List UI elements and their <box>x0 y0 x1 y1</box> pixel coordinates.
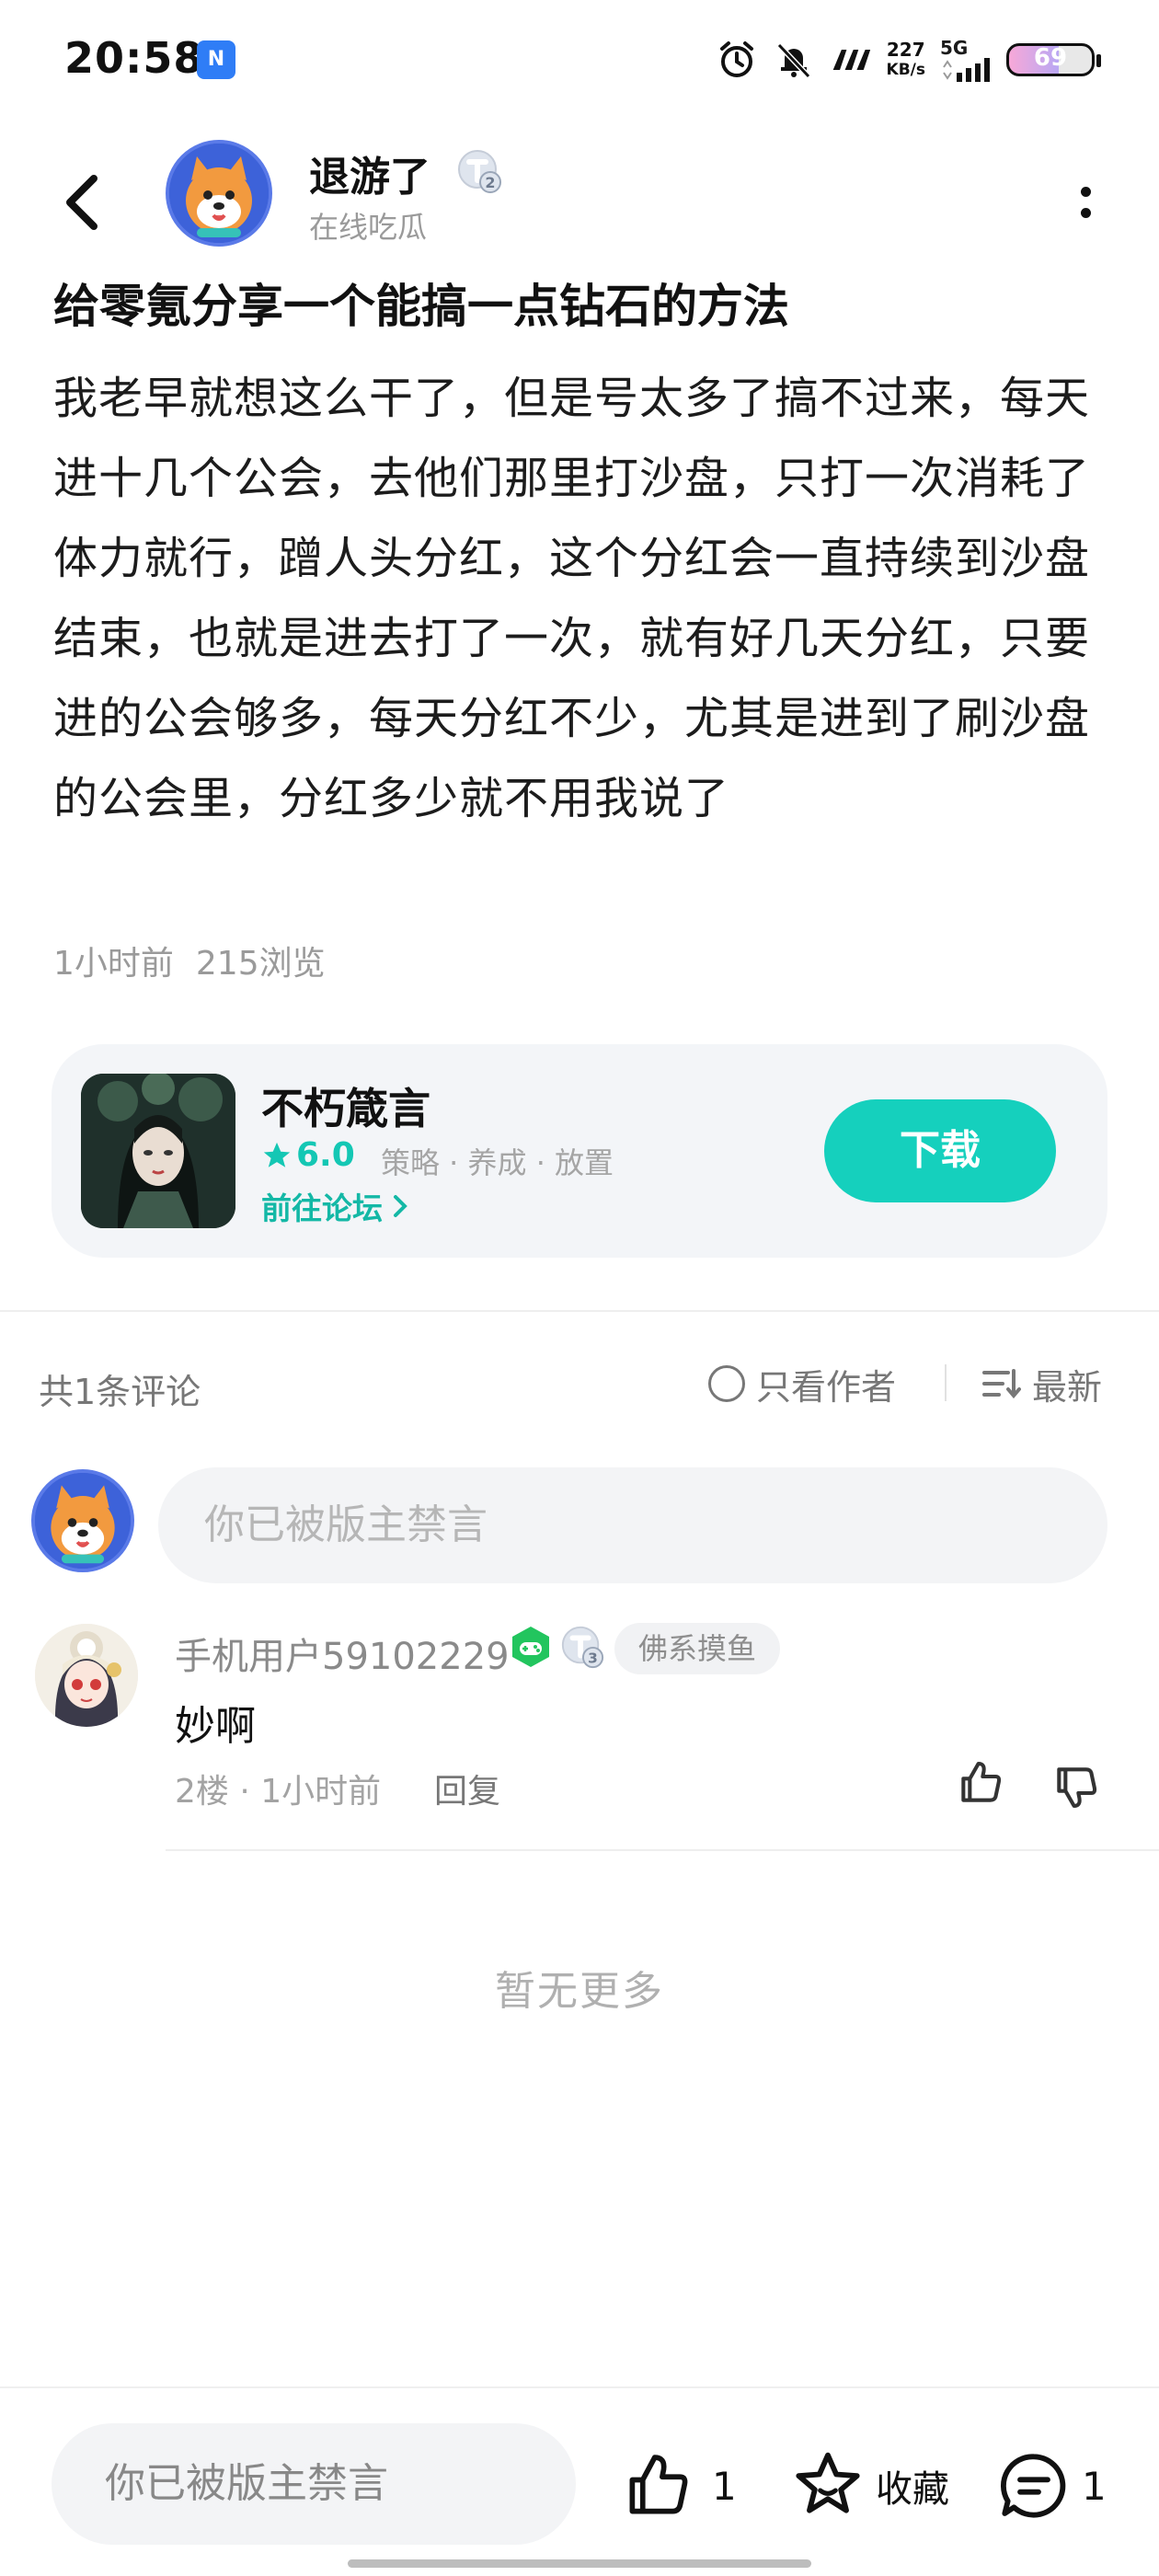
section-divider <box>0 1310 1159 1312</box>
level-badge-icon: 2 <box>455 147 503 195</box>
bottom-comment-input[interactable]: 你已被版主禁言 <box>52 2423 576 2545</box>
post-body: 我老早就想这么干了，但是号太多了搞不过来，每天进十几个公会，去他们那里打沙盘，只… <box>53 373 1091 824</box>
commenter-name[interactable]: 手机用户59102229 <box>175 1627 510 1680</box>
svg-text:3: 3 <box>588 1650 598 1666</box>
thumbs-down-icon <box>1057 1767 1097 1809</box>
chevron-right-icon <box>394 1195 407 1217</box>
mm-icon <box>830 39 872 81</box>
post-views: 215浏览 <box>195 945 326 983</box>
comment-input[interactable]: 你已被版主禁言 <box>158 1467 1107 1583</box>
nfc-icon: N <box>197 40 235 79</box>
chevron-left-icon <box>66 175 98 230</box>
favorite-button[interactable]: 收藏 <box>791 2449 949 2523</box>
game-score: 6.0 <box>261 1136 355 1174</box>
network-speed: 227 KB/s <box>886 39 925 79</box>
commenter-avatar[interactable] <box>35 1624 138 1727</box>
comment-like-button[interactable] <box>955 1757 1006 1809</box>
more-vertical-icon <box>1080 187 1091 197</box>
forum-link[interactable]: 前往论坛 <box>261 1184 410 1228</box>
svg-text:2: 2 <box>485 174 495 191</box>
my-avatar <box>31 1469 134 1572</box>
game-name[interactable]: 不朽箴言 <box>261 1075 430 1136</box>
comment-text: 妙啊 <box>175 1703 256 1750</box>
comment-meta: 2楼 · 1小时前 <box>175 1773 382 1811</box>
sort-button[interactable]: 最新 <box>981 1360 1102 1408</box>
back-button[interactable] <box>55 166 110 239</box>
like-count: 1 <box>712 2463 737 2509</box>
bell-off-icon <box>773 39 815 81</box>
signal-icon: 5G <box>940 38 992 82</box>
status-icons: 227 KB/s 5G 69 <box>716 33 1101 86</box>
author-avatar[interactable] <box>166 140 272 247</box>
post-header: 退游了 2 在线吃瓜 <box>0 129 1159 267</box>
star-icon <box>796 2452 860 2513</box>
user-tag: 佛系摸鱼 <box>614 1623 781 1674</box>
radio-icon <box>708 1365 745 1402</box>
battery-icon: 69 <box>1006 43 1101 76</box>
comment-dislike-button[interactable] <box>1050 1761 1102 1812</box>
comment-count-badge: 1 <box>1082 2463 1107 2509</box>
thumbs-up-icon <box>629 2455 688 2514</box>
sort-icon <box>982 1369 1021 1399</box>
level-badge-icon: 3 <box>559 1624 605 1670</box>
status-time: 20:58 <box>64 33 204 83</box>
game-cover-image[interactable] <box>81 1074 235 1228</box>
author-status: 在线吃瓜 <box>309 210 428 245</box>
favorite-label: 收藏 <box>876 2468 949 2511</box>
author-name[interactable]: 退游了 <box>309 144 430 202</box>
filter-divider <box>945 1364 947 1401</box>
alarm-icon <box>716 39 758 81</box>
game-card[interactable]: 不朽箴言 6.0 策略 · 养成 · 放置 前往论坛 下载 <box>52 1044 1107 1258</box>
gamepad-badge-icon <box>508 1624 554 1670</box>
reply-button[interactable]: 回复 <box>434 1765 500 1812</box>
comment-icon <box>1001 2454 1066 2518</box>
comment-button[interactable]: 1 <box>997 2449 1107 2523</box>
post-meta: 1小时前 215浏览 <box>53 937 326 984</box>
post-title: 给零氪分享一个能搞一点钻石的方法 <box>53 280 789 333</box>
star-icon <box>263 1142 291 1167</box>
comment-divider <box>166 1849 1159 1851</box>
more-button[interactable] <box>1067 175 1104 230</box>
thumbs-up-icon <box>961 1761 1002 1802</box>
post-time: 1小时前 <box>53 945 174 983</box>
status-bar: 20:58 N 227 KB/s 5G 69 <box>0 0 1159 124</box>
post-like-button[interactable]: 1 <box>622 2449 737 2523</box>
home-indicator[interactable] <box>348 2559 811 2568</box>
download-button[interactable]: 下载 <box>824 1099 1056 1202</box>
comment-count: 共1条评论 <box>39 1372 201 1412</box>
game-tags: 策略 · 养成 · 放置 <box>381 1145 614 1180</box>
bottom-action-bar: 你已被版主禁言 1 收藏 1 <box>0 2386 1159 2576</box>
author-only-toggle[interactable]: 只看作者 <box>708 1360 896 1408</box>
no-more-label: 暂无更多 <box>495 1968 664 2015</box>
